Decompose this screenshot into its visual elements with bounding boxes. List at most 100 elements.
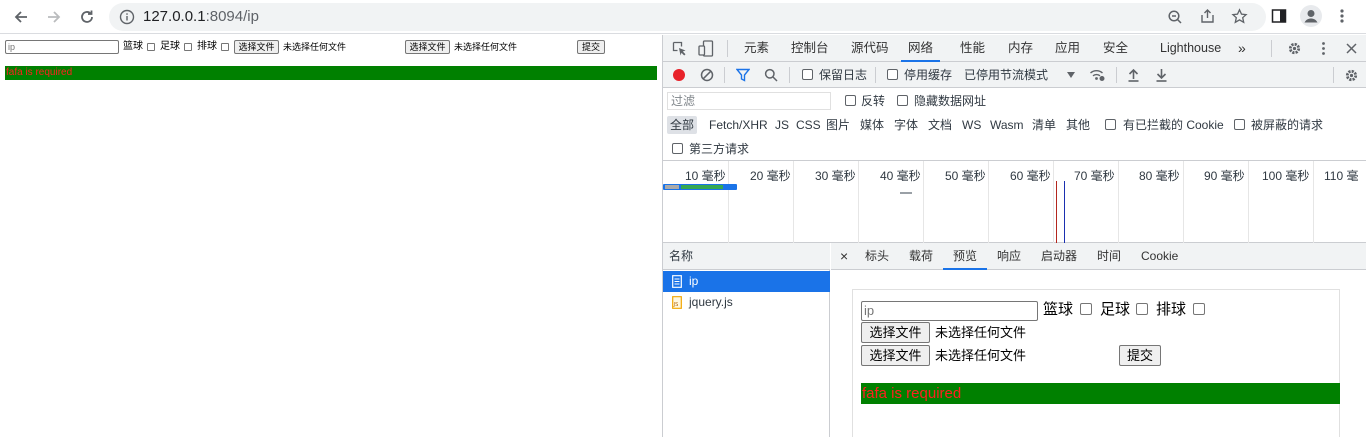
blocked-cookies-checkbox[interactable] — [1105, 119, 1116, 130]
hobby-checkbox-volleyball[interactable] — [221, 43, 229, 51]
svg-text:JS: JS — [673, 302, 679, 308]
third-party-checkbox[interactable] — [672, 143, 683, 154]
throttle-select[interactable]: 已停用节流模式 — [964, 62, 1048, 88]
preview-file2-button[interactable]: 选择文件 — [861, 345, 930, 366]
inspect-element-icon[interactable] — [672, 41, 687, 56]
disable-cache-checkbox[interactable] — [887, 69, 898, 80]
preserve-log-checkbox[interactable] — [802, 69, 813, 80]
detail-tab-response[interactable]: 响应 — [997, 243, 1021, 270]
detail-tab-timing[interactable]: 时间 — [1097, 243, 1121, 270]
type-filter-font[interactable]: 字体 — [894, 116, 918, 134]
detail-tab-cookies[interactable]: Cookie — [1141, 243, 1178, 270]
close-detail-button[interactable]: × — [840, 243, 848, 270]
type-filter-js[interactable]: JS — [775, 116, 789, 134]
network-settings-gear-icon[interactable] — [1344, 68, 1359, 83]
submit-button[interactable]: 提交 — [577, 40, 605, 54]
type-filter-media[interactable]: 媒体 — [860, 116, 884, 134]
tab-lighthouse[interactable]: Lighthouse — [1160, 35, 1221, 62]
name-column-header[interactable]: 名称 — [663, 243, 830, 270]
import-har-icon[interactable] — [1127, 68, 1140, 82]
preview-file1-status: 未选择任何文件 — [935, 325, 1027, 340]
type-filter-other[interactable]: 其他 — [1066, 116, 1090, 134]
hobby-label-football: 足球 — [160, 41, 180, 52]
preview-submit-button[interactable]: 提交 — [1119, 345, 1161, 366]
hobby-checkbox-basketball[interactable] — [147, 43, 155, 51]
timeline-gridline — [1118, 161, 1119, 243]
file2-choose-button[interactable]: 选择文件 — [405, 40, 450, 54]
preview-file1-button[interactable]: 选择文件 — [861, 322, 930, 343]
export-har-icon[interactable] — [1155, 68, 1168, 82]
device-toolbar-icon[interactable] — [698, 40, 714, 57]
browser-toolbar: 127.0.0.1:8094/ip — [0, 0, 1366, 34]
hobby-checkbox-football[interactable] — [184, 43, 192, 51]
preview-ip-input[interactable]: ip — [861, 301, 1038, 321]
request-name: ip — [689, 274, 699, 288]
timeline-gridline — [923, 161, 924, 243]
preview-hobby-checkbox-volleyball[interactable] — [1193, 303, 1205, 315]
forward-button[interactable] — [42, 5, 66, 29]
detail-tab-payload[interactable]: 载荷 — [909, 243, 933, 270]
hobby-label-volleyball: 排球 — [197, 41, 217, 52]
file1-choose-button[interactable]: 选择文件 — [234, 40, 279, 54]
search-icon[interactable] — [764, 68, 778, 82]
invert-checkbox[interactable] — [845, 95, 856, 106]
type-filter-img[interactable]: 图片 — [826, 116, 850, 134]
devtools-menu-icon[interactable] — [1316, 41, 1331, 56]
type-filter-all[interactable]: 全部 — [667, 116, 698, 134]
profile-avatar-icon[interactable] — [1300, 5, 1322, 27]
preview-hobby-checkbox-basketball[interactable] — [1080, 303, 1092, 315]
detail-tab-initiator[interactable]: 启动器 — [1041, 243, 1077, 270]
blocked-requests-checkbox[interactable] — [1234, 119, 1245, 130]
detail-tab-bar: × 标头 载荷 预览 响应 启动器 时间 Cookie — [831, 243, 1366, 270]
clear-icon[interactable] — [700, 68, 714, 82]
detail-tab-preview[interactable]: 预览 — [943, 243, 988, 270]
info-icon[interactable] — [119, 9, 135, 25]
type-filter-manifest[interactable]: 清单 — [1032, 116, 1056, 134]
address-bar[interactable]: 127.0.0.1:8094/ip — [109, 3, 1266, 31]
preview-ip-placeholder: ip — [864, 303, 875, 318]
hide-data-urls-checkbox[interactable] — [897, 95, 908, 106]
side-panel-icon[interactable] — [1271, 8, 1287, 24]
browser-menu-icon[interactable] — [1334, 8, 1350, 24]
tab-memory[interactable]: 内存 — [1008, 35, 1033, 62]
tab-sources[interactable]: 源代码 — [851, 35, 889, 62]
settings-gear-icon[interactable] — [1287, 41, 1302, 56]
type-filter-fetch-xhr[interactable]: Fetch/XHR — [709, 116, 768, 134]
back-button[interactable] — [9, 5, 33, 29]
waterfall-segment — [665, 185, 679, 189]
reload-icon — [81, 10, 93, 23]
more-tabs-button[interactable]: » — [1238, 35, 1246, 62]
type-filter-ws[interactable]: WS — [962, 116, 981, 134]
request-row-jquery[interactable]: JS jquery.js — [663, 292, 830, 313]
zoom-icon[interactable] — [1167, 9, 1183, 25]
share-icon[interactable] — [1199, 8, 1216, 25]
record-icon[interactable] — [672, 68, 686, 82]
filter-input[interactable]: 过滤 — [667, 92, 831, 110]
preview-hobby-checkbox-football[interactable] — [1136, 303, 1148, 315]
timeline-gridline — [988, 161, 989, 243]
type-filter-css[interactable]: CSS — [796, 116, 821, 134]
tab-performance[interactable]: 性能 — [960, 35, 985, 62]
tab-elements[interactable]: 元素 — [744, 35, 769, 62]
reload-button[interactable] — [75, 5, 99, 29]
tab-network[interactable]: 网络 — [901, 35, 941, 62]
filter-icon[interactable] — [736, 68, 750, 82]
bookmark-star-icon[interactable] — [1231, 8, 1248, 25]
preview-file2-status: 未选择任何文件 — [935, 348, 1027, 363]
tab-console[interactable]: 控制台 — [791, 35, 829, 62]
type-filter-wasm[interactable]: Wasm — [990, 116, 1024, 134]
timeline-gridline — [728, 161, 729, 243]
network-conditions-icon[interactable] — [1089, 68, 1106, 82]
throttle-dropdown-icon[interactable] — [1067, 72, 1075, 78]
network-overview-timeline[interactable]: 10 毫秒 20 毫秒 30 毫秒 40 毫秒 50 毫秒 60 毫秒 70 毫… — [663, 161, 1366, 243]
close-devtools-icon[interactable] — [1344, 41, 1359, 56]
request-row-ip[interactable]: ip — [663, 271, 830, 292]
timeline-gridline — [1248, 161, 1249, 243]
type-filter-doc[interactable]: 文档 — [928, 116, 952, 134]
tab-security[interactable]: 安全 — [1103, 35, 1128, 62]
ip-input[interactable]: ip — [5, 40, 119, 54]
timeline-tick-label: 80 毫秒 — [1139, 169, 1180, 183]
detail-tab-headers[interactable]: 标头 — [865, 243, 889, 270]
preview-hobby-label-football: 足球 — [1100, 301, 1131, 318]
tab-application[interactable]: 应用 — [1055, 35, 1080, 62]
